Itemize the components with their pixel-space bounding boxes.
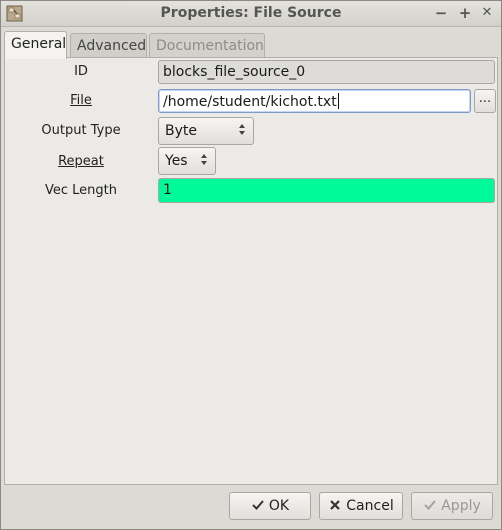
checkmark-icon [424, 500, 436, 510]
text-caret [337, 93, 339, 109]
cancel-button[interactable]: Cancel [319, 492, 403, 520]
minimize-icon[interactable]: − [433, 4, 449, 22]
file-label: File [70, 93, 92, 108]
id-field[interactable]: blocks_file_source_0 [158, 60, 495, 84]
repeat-value: Yes [165, 153, 188, 169]
apply-button: Apply [411, 492, 493, 520]
cancel-button-label: Cancel [346, 498, 394, 514]
repeat-select[interactable]: Yes [158, 147, 216, 175]
checkmark-icon [252, 500, 264, 510]
window-title: Properties: File Source [160, 5, 342, 21]
spinner-arrows-icon [239, 124, 246, 135]
maximize-icon[interactable]: + [457, 4, 473, 22]
id-label: ID [74, 64, 88, 79]
output-type-label: Output Type [41, 123, 121, 138]
vec-length-label: Vec Length [44, 183, 117, 198]
apply-button-label: Apply [441, 498, 481, 514]
close-icon[interactable]: ✕ [479, 4, 495, 22]
tab-general[interactable]: General [4, 31, 67, 59]
browse-button[interactable]: ... [474, 89, 496, 113]
cancel-x-icon [330, 500, 341, 510]
tab-documentation: Documentation [149, 33, 265, 58]
output-type-value: Byte [165, 123, 197, 139]
ok-button[interactable]: OK [229, 492, 311, 520]
vec-length-field[interactable]: 1 [158, 178, 495, 203]
file-input[interactable]: /home/student/kichot.txt [158, 89, 471, 113]
repeat-label: Repeat [58, 154, 104, 169]
file-input-text: /home/student/kichot.txt [163, 94, 337, 110]
title-bar[interactable]: Properties: File Source − + ✕ [1, 1, 501, 27]
properties-dialog: Properties: File Source − + ✕ General Ad… [0, 0, 502, 530]
output-type-select[interactable]: Byte [158, 117, 254, 145]
ok-button-label: OK [268, 498, 290, 514]
tab-advanced[interactable]: Advanced [70, 33, 147, 58]
spinner-arrows-icon [201, 154, 208, 165]
